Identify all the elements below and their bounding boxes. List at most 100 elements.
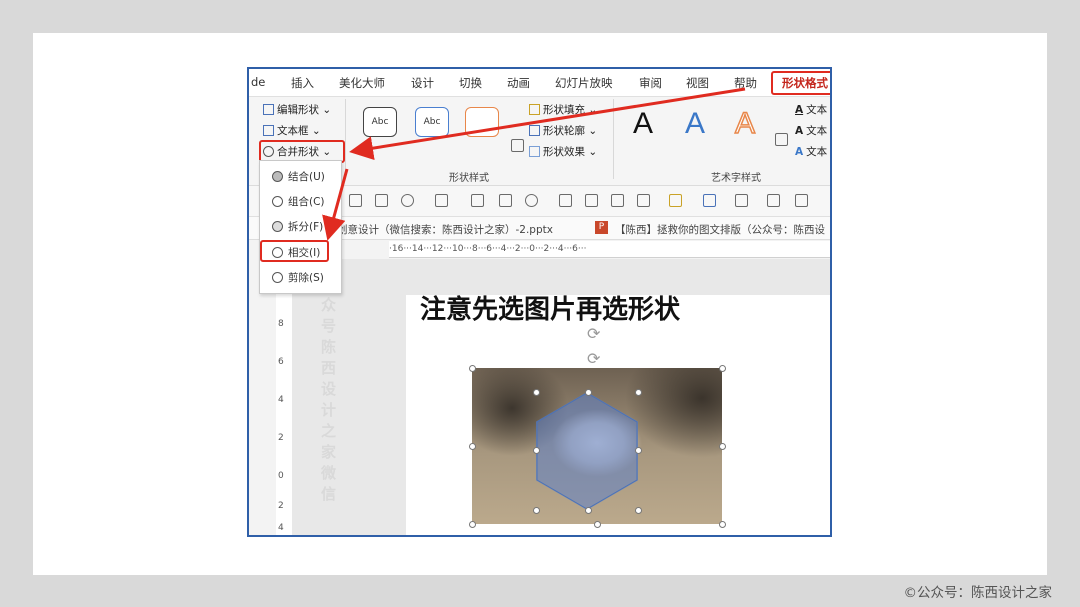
selection-pane-icon[interactable] <box>795 194 808 207</box>
resize-handle[interactable] <box>635 507 642 514</box>
crop-icon[interactable] <box>585 194 598 207</box>
menu-item-combine[interactable]: 组合(C) <box>260 190 341 212</box>
text-effects-icon: A <box>795 145 804 158</box>
wordart-orange-outline[interactable]: A <box>734 106 756 141</box>
menu-item-subtract[interactable]: 剪除(S) <box>260 266 341 288</box>
rotate-handle-icon[interactable]: ⟳ <box>587 324 600 343</box>
shape-style-thumb-1[interactable]: Abc <box>363 107 397 137</box>
text-outline-button[interactable]: A 文本 <box>795 123 827 138</box>
shape-fill-button[interactable]: 形状填充 ⌄ <box>529 102 597 117</box>
outline-color-icon[interactable] <box>703 194 716 207</box>
vertical-ruler-tick: 2 <box>278 501 284 511</box>
menu-help[interactable]: 帮助 <box>734 75 757 91</box>
subtract-icon <box>272 271 283 283</box>
effects-toolbar-icon[interactable] <box>735 194 748 207</box>
text-fill-label: 文本 <box>806 104 828 116</box>
watermark-text: 众号陈西设计之家微信 <box>321 296 337 503</box>
highlight-shape-format-tab <box>771 71 830 95</box>
resize-handle[interactable] <box>585 389 592 396</box>
shape-style-thumb-3[interactable] <box>465 107 499 137</box>
text-fill-icon: A <box>795 103 804 116</box>
shape-style-thumb-2[interactable]: Abc <box>415 107 449 137</box>
edit-shape-label: 编辑形状 ⌄ <box>277 104 332 116</box>
menu-view[interactable]: 视图 <box>686 75 709 91</box>
highlight-intersect <box>260 240 329 262</box>
vertical-ruler-tick: 0 <box>278 471 284 481</box>
bring-forward-icon[interactable] <box>349 194 362 207</box>
eyedropper-icon[interactable] <box>559 194 572 207</box>
text-box-button[interactable]: 文本框 ⌄ <box>263 123 321 138</box>
menu-design[interactable]: 设计 <box>411 75 434 91</box>
horizontal-ruler: ·16···14···12···10···8···6···4···2···0··… <box>389 241 830 258</box>
shape-outline-button[interactable]: 形状轮廓 ⌄ <box>529 123 597 138</box>
menu-item-fragment[interactable]: 拆分(F) <box>260 215 341 237</box>
union-icon <box>272 170 283 182</box>
rotate-icon[interactable] <box>525 194 538 207</box>
ribbon-separator <box>345 99 346 179</box>
wordart-blue[interactable]: A <box>685 107 705 141</box>
style-gallery-scroll-icon[interactable] <box>511 139 524 152</box>
resize-handle[interactable] <box>533 389 540 396</box>
resize-handle[interactable] <box>533 447 540 454</box>
text-effects-label: 文本 <box>806 146 828 158</box>
resize-handle[interactable] <box>635 447 642 454</box>
resize-handle[interactable] <box>533 507 540 514</box>
align-icon[interactable] <box>471 194 484 207</box>
vertical-ruler-tick: 2 <box>278 433 284 443</box>
menu-slideshow[interactable]: 幻灯片放映 <box>555 75 613 91</box>
shape-fill-label: 形状填充 ⌄ <box>543 104 598 116</box>
slide-title[interactable]: 注意先选图片再选形状 <box>420 289 680 326</box>
menu-review[interactable]: 审阅 <box>639 75 662 91</box>
menu-design-truncated[interactable]: de <box>251 75 265 89</box>
group-icon[interactable] <box>499 194 512 207</box>
hexagon-outline <box>536 392 638 510</box>
resize-handle[interactable] <box>469 365 476 372</box>
wordart-black[interactable]: A <box>633 107 653 141</box>
resize-handle[interactable] <box>719 443 726 450</box>
menu-item-label: 拆分(F) <box>288 220 324 233</box>
shape-outline-label: 形状轮廓 ⌄ <box>543 125 598 137</box>
pptx-file-icon: P <box>595 221 608 234</box>
vertical-ruler-tick: 4 <box>278 523 284 533</box>
format-painter-icon[interactable] <box>767 194 780 207</box>
send-backward-icon[interactable] <box>375 194 388 207</box>
resize-handle[interactable] <box>719 365 726 372</box>
text-fill-button[interactable]: A 文本 <box>795 102 827 117</box>
resize-handle[interactable] <box>469 521 476 528</box>
vertical-ruler-tick: 8 <box>278 319 284 329</box>
document-tab-2[interactable]: 【陈西】拯救你的图文排版（公众号：陈西设 <box>615 222 825 237</box>
ribbon-separator <box>613 99 614 179</box>
footer-credit: ©公众号：陈西设计之家 <box>903 585 1053 601</box>
menu-bar: de 插入 美化大师 设计 切换 动画 幻灯片放映 审阅 视图 帮助 形状格式 <box>249 69 830 97</box>
wordart-styles-group-label: 艺术字样式 <box>711 173 761 184</box>
star-shape-icon[interactable] <box>637 194 650 207</box>
menu-item-union[interactable]: 结合(U) <box>260 165 341 187</box>
edit-shape-button[interactable]: 编辑形状 ⌄ <box>263 102 331 117</box>
shape-styles-group-label: 形状样式 <box>449 173 489 184</box>
resize-handle[interactable] <box>585 507 592 514</box>
wordart-gallery-scroll-icon[interactable] <box>775 133 788 146</box>
menu-beautify-master[interactable]: 美化大师 <box>339 75 385 91</box>
distribute-icon[interactable] <box>611 194 624 207</box>
fill-color-icon[interactable] <box>669 194 682 207</box>
combine-icon <box>272 195 283 207</box>
merge-shapes-dropdown: 结合(U) 组合(C) 拆分(F) 相交(I) 剪除(S) <box>259 160 342 294</box>
resize-handle[interactable] <box>469 443 476 450</box>
vertical-ruler: 8 6 4 2 0 2 4 <box>276 259 293 535</box>
text-box-label: 文本框 ⌄ <box>277 125 321 137</box>
shape-effects-button[interactable]: 形状效果 ⌄ <box>529 144 597 159</box>
menu-item-label: 剪除(S) <box>288 271 324 284</box>
resize-handle[interactable] <box>635 389 642 396</box>
document-tab-1[interactable]: 创意设计（微信搜索：陈西设计之家）-2.pptx <box>337 222 553 237</box>
rotate-handle-icon[interactable]: ⟳ <box>587 349 600 368</box>
vertical-ruler-tick: 4 <box>278 395 284 405</box>
text-box-toolbar-icon[interactable] <box>435 194 448 207</box>
menu-transitions[interactable]: 切换 <box>459 75 482 91</box>
merge-shapes-toolbar-icon[interactable] <box>401 194 414 207</box>
text-effects-button[interactable]: A 文本 <box>795 144 827 159</box>
resize-handle[interactable] <box>719 521 726 528</box>
resize-handle[interactable] <box>594 521 601 528</box>
text-outline-icon: A <box>795 124 804 137</box>
menu-animations[interactable]: 动画 <box>507 75 530 91</box>
menu-insert[interactable]: 插入 <box>291 75 314 91</box>
